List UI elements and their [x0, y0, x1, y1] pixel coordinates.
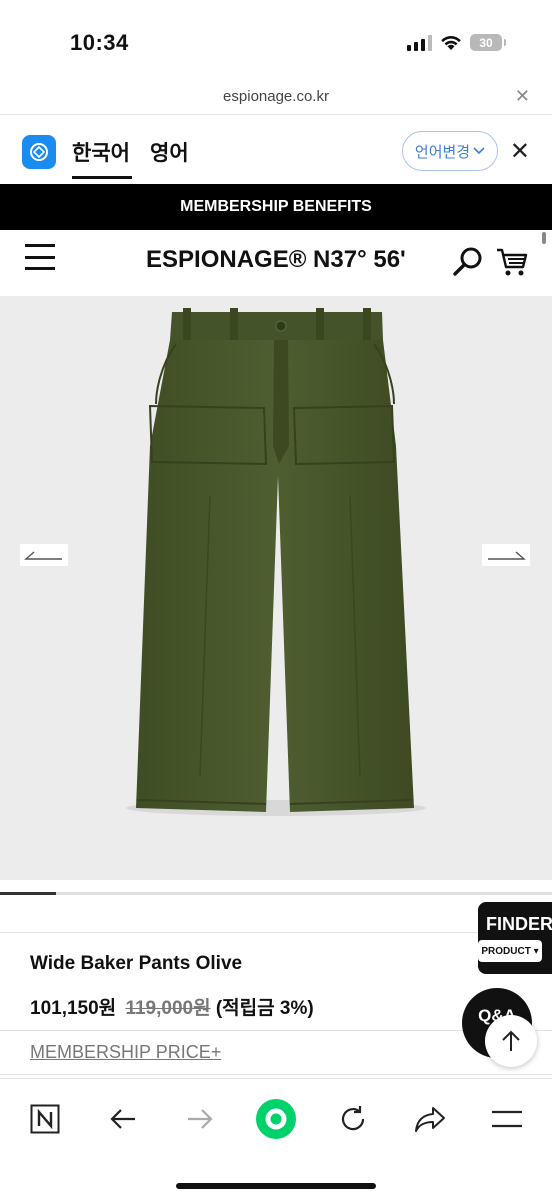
arrow-left-icon — [110, 1109, 135, 1129]
menu-button[interactable] — [485, 1097, 529, 1141]
cart-icon[interactable] — [495, 246, 529, 278]
sale-price: 101,150원 — [30, 998, 117, 1019]
chevron-down-icon — [473, 147, 485, 155]
arrow-up-icon — [502, 1030, 520, 1051]
carousel-next-button[interactable] — [482, 544, 530, 566]
arrow-right-icon — [188, 1109, 213, 1129]
scrollbar[interactable] — [542, 232, 546, 244]
naver-icon — [30, 1104, 60, 1134]
change-language-button[interactable]: 언어변경 — [402, 131, 498, 171]
finder-product-badge: PRODUCT ▾ — [478, 940, 542, 962]
forward-button[interactable] — [178, 1097, 222, 1141]
wifi-icon — [441, 35, 461, 50]
status-icons: 30 — [407, 34, 506, 51]
green-dot-button[interactable] — [254, 1097, 298, 1141]
divider — [0, 1074, 552, 1075]
url-text[interactable]: espionage.co.kr — [0, 88, 552, 105]
membership-banner[interactable]: MEMBERSHIP BENEFITS — [0, 184, 552, 230]
share-button[interactable] — [408, 1097, 452, 1141]
refresh-button[interactable] — [331, 1097, 375, 1141]
green-dot-icon — [256, 1099, 296, 1139]
site-logo[interactable]: ESPIONAGE® N37° 56' — [146, 246, 406, 274]
menu-icon[interactable] — [25, 244, 55, 270]
status-bar: 10:34 30 — [0, 0, 552, 86]
battery-icon: 30 — [470, 34, 506, 51]
share-icon — [415, 1107, 445, 1132]
change-language-label: 언어변경 — [414, 143, 471, 161]
signal-icon — [407, 34, 432, 51]
scroll-top-button[interactable] — [485, 1015, 537, 1067]
finder-title: FINDER — [486, 914, 552, 934]
browser-toolbar — [0, 1078, 552, 1200]
tab-english[interactable]: 영어 — [150, 137, 189, 167]
points-rate: (적립금 3%) — [215, 998, 314, 1019]
close-icon[interactable]: ✕ — [515, 86, 530, 107]
divider — [0, 932, 552, 933]
membership-price-link[interactable]: MEMBERSHIP PRICE+ — [30, 1042, 221, 1063]
arrow-right-icon — [488, 551, 526, 560]
translate-app-icon[interactable] — [22, 135, 56, 169]
carousel-prev-button[interactable] — [20, 544, 68, 566]
product-name: Wide Baker Pants Olive — [30, 953, 243, 974]
search-icon[interactable] — [452, 246, 484, 278]
naver-home-button[interactable] — [23, 1097, 67, 1141]
url-bar[interactable]: espionage.co.kr ✕ — [0, 86, 552, 110]
finder-button[interactable]: FINDER PRODUCT ▾ — [478, 902, 552, 974]
status-time: 10:34 — [70, 30, 129, 55]
original-price: 119,000원 — [125, 998, 211, 1019]
home-indicator[interactable] — [176, 1183, 376, 1189]
back-button[interactable] — [101, 1097, 145, 1141]
arrow-left-icon — [24, 551, 62, 560]
translate-close-icon[interactable]: ✕ — [510, 137, 530, 166]
site-header: ESPIONAGE® N37° 56' — [0, 230, 552, 296]
menu-icon — [492, 1110, 522, 1128]
translate-bar: 한국어 영어 언어변경 ✕ — [0, 114, 552, 184]
product-photo-pants — [126, 308, 426, 816]
tab-korean[interactable]: 한국어 — [72, 137, 132, 179]
product-image-carousel[interactable] — [0, 296, 552, 880]
carousel-progress — [0, 892, 552, 895]
banner-text: MEMBERSHIP BENEFITS — [180, 198, 372, 215]
price-row: 101,150원 119,000원 (적립금 3%) — [30, 993, 314, 1020]
refresh-icon — [341, 1106, 365, 1131]
